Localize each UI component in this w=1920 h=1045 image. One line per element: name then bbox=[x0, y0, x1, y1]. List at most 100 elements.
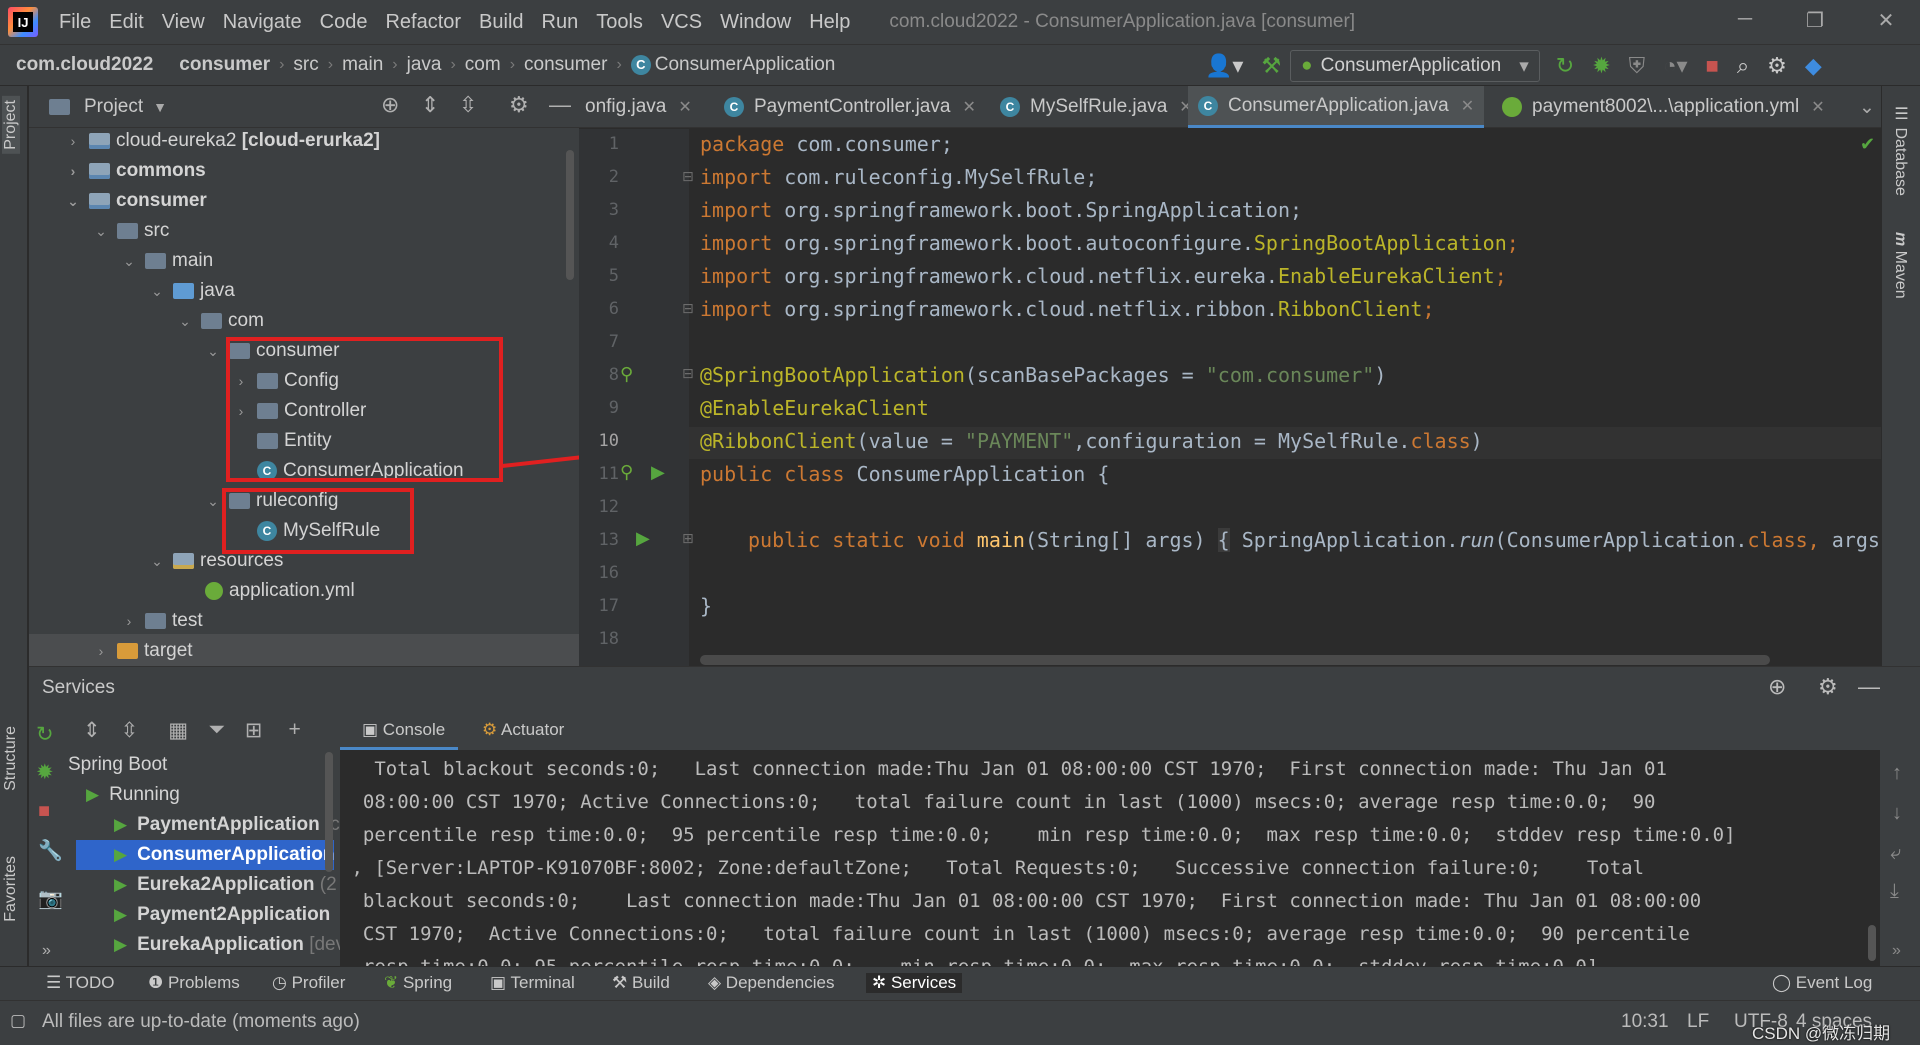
caret-position[interactable]: 10:31 bbox=[1621, 1011, 1669, 1033]
line-number: 1 bbox=[608, 134, 619, 154]
tool-tab-label: Services bbox=[890, 973, 957, 992]
tool-tab-services[interactable]: ✲ Services bbox=[866, 973, 963, 993]
service-group-label: Running bbox=[109, 784, 180, 805]
status-message[interactable]: All files are up-to-date (moments ago) bbox=[42, 1011, 360, 1033]
close-icon[interactable]: ✕ bbox=[1461, 96, 1474, 116]
maven-tool-tab[interactable]: m Maven bbox=[1891, 232, 1909, 299]
close-icon[interactable]: ✕ bbox=[962, 97, 975, 117]
tool-tab-spring[interactable]: ❦ Spring bbox=[384, 973, 452, 993]
tool-tab-dependencies[interactable]: ◈ Dependencies bbox=[708, 973, 835, 993]
line-separator[interactable]: LF bbox=[1687, 1011, 1709, 1033]
collapse-all-icon[interactable]: ⇳ bbox=[121, 718, 139, 743]
code-line-9: @EnableEurekaClient bbox=[700, 396, 929, 420]
service-consumerapplication[interactable]: ▶ ConsumerApplication bbox=[114, 840, 334, 870]
tab-config-java[interactable]: onfig.java ✕ bbox=[585, 86, 702, 128]
fold-icon[interactable]: ⊞ bbox=[682, 530, 694, 547]
gear-icon[interactable]: ⚙ bbox=[1818, 674, 1838, 700]
new-tab-icon[interactable]: ⊞ bbox=[245, 718, 263, 743]
add-service-icon[interactable]: + bbox=[288, 718, 300, 742]
debug-icon[interactable]: ✹ bbox=[36, 760, 54, 785]
console-line: percentile resp time:0.0; 95 percentile … bbox=[340, 824, 1736, 846]
hide-icon[interactable]: — bbox=[1858, 674, 1880, 700]
tab-list-chevron-icon[interactable]: ⌄ bbox=[1859, 86, 1875, 128]
scroll-to-end-icon[interactable]: ⤓ bbox=[1890, 880, 1899, 903]
console-side-toolbar: ↑ ↓ ⤶ ⤓ » bbox=[1882, 756, 1916, 959]
tab-myselfrule-java[interactable]: C MySelfRule.java ✕ bbox=[990, 86, 1203, 128]
services-tree-scrollbar[interactable] bbox=[325, 752, 333, 872]
run-gutter-icon[interactable]: ▶ bbox=[636, 528, 650, 549]
tool-tab-terminal[interactable]: ▣ Terminal bbox=[490, 973, 575, 993]
editor-horizontal-scrollbar[interactable] bbox=[700, 655, 1770, 665]
locate-icon[interactable]: ⊕ bbox=[1768, 674, 1786, 700]
tab-paymentcontroller-java[interactable]: C PaymentController.java ✕ bbox=[714, 86, 986, 128]
tab-consumerapplication-java[interactable]: C ConsumerApplication.java ✕ bbox=[1188, 86, 1485, 128]
code-line-8: @SpringBootApplication(scanBasePackages … bbox=[700, 363, 1387, 387]
maven-icon: m bbox=[1892, 232, 1909, 251]
expand-all-icon[interactable]: ⇕ bbox=[83, 718, 101, 743]
code-line-17: } bbox=[700, 594, 713, 618]
service-group-running[interactable]: ▶ Running bbox=[86, 780, 180, 810]
spring-bean-gutter-icon[interactable]: ⚲ bbox=[620, 364, 633, 385]
service-suffix: (2 bbox=[319, 874, 337, 895]
tab-label: MySelfRule.java bbox=[1030, 96, 1168, 117]
tab-application-yml[interactable]: payment8002\...\application.yml ✕ bbox=[1492, 86, 1835, 128]
service-eureka2application[interactable]: ▶ Eureka2Application (2 bbox=[114, 870, 337, 900]
code-line-11: public class ConsumerApplication { bbox=[700, 462, 1110, 486]
tool-tab-event-log[interactable]: ◯ Event Log bbox=[1772, 973, 1872, 993]
editor-scrollbar[interactable] bbox=[1873, 136, 1881, 656]
service-name: Payment2Application bbox=[137, 904, 331, 925]
toggle-tool-windows-icon[interactable]: ▢ bbox=[10, 1011, 26, 1031]
more-icon[interactable]: » bbox=[1892, 942, 1901, 960]
more-icon[interactable]: » bbox=[42, 942, 51, 960]
actuator-icon: ⚙ bbox=[482, 720, 502, 739]
play-icon: ▶ bbox=[114, 845, 128, 864]
console-icon: ▣ bbox=[362, 720, 383, 739]
fold-icon[interactable]: ⊟ bbox=[682, 365, 694, 382]
code-line-6: import org.springframework.cloud.netflix… bbox=[700, 297, 1435, 321]
filter-icon[interactable]: ⏷ bbox=[208, 718, 225, 742]
list-icon: ☰ bbox=[46, 973, 66, 992]
close-icon[interactable]: ✕ bbox=[678, 97, 691, 117]
tool-tab-problems[interactable]: ❶ Problems bbox=[148, 973, 240, 993]
profiler-icon: ◷ bbox=[272, 973, 292, 992]
terminal-icon: ▣ bbox=[490, 973, 511, 992]
code-line-13: public static void main(String[] args) {… bbox=[748, 528, 1892, 552]
rerun-icon[interactable]: ↻ bbox=[36, 722, 54, 747]
spring-bean-gutter-icon[interactable]: ⚲ bbox=[620, 462, 633, 483]
soft-wrap-icon[interactable]: ⤶ bbox=[1890, 842, 1901, 865]
line-number: 16 bbox=[598, 563, 619, 583]
fold-icon[interactable]: ⊟ bbox=[682, 168, 694, 185]
service-root-spring-boot[interactable]: Spring Boot bbox=[68, 750, 167, 780]
wrench-icon[interactable]: 🔧 bbox=[38, 838, 63, 863]
close-icon[interactable]: ✕ bbox=[1811, 97, 1824, 117]
run-gutter-icon[interactable]: ▶ bbox=[651, 462, 665, 483]
service-paymentapplication[interactable]: ▶PaymentApplication [c bbox=[114, 810, 340, 840]
play-icon: ▶ bbox=[114, 875, 128, 894]
tab-console[interactable]: ▣ Console bbox=[362, 720, 445, 740]
arrow-up-icon[interactable]: ↑ bbox=[1892, 762, 1902, 785]
stop-icon[interactable]: ■ bbox=[38, 800, 50, 823]
console-output[interactable]: Total blackout seconds:0; Last connectio… bbox=[340, 750, 1880, 978]
console-scrollbar[interactable] bbox=[1868, 925, 1876, 961]
service-payment2application[interactable]: ▶ Payment2Application bbox=[114, 900, 330, 930]
tool-tab-todo[interactable]: ☰ TODO bbox=[46, 973, 114, 993]
line-number: 7 bbox=[608, 332, 619, 352]
tab-actuator[interactable]: ⚙ Actuator bbox=[482, 720, 564, 740]
service-eurekaapplication[interactable]: ▶ EurekaApplication [dev bbox=[114, 930, 345, 960]
fold-icon[interactable]: ⊟ bbox=[682, 300, 694, 317]
play-icon: ▶ bbox=[114, 905, 128, 924]
yaml-file-icon bbox=[1502, 97, 1522, 117]
arrow-down-icon[interactable]: ↓ bbox=[1892, 802, 1902, 825]
camera-icon[interactable]: 📷 bbox=[38, 886, 63, 911]
spring-icon: ❦ bbox=[384, 973, 403, 992]
console-line: Total blackout seconds:0; Last connectio… bbox=[340, 758, 1667, 780]
group-by-icon[interactable]: ▦ bbox=[168, 718, 188, 743]
database-tool-tab[interactable]: ☰ Database bbox=[1891, 104, 1910, 196]
line-number: 13 bbox=[598, 530, 619, 550]
tab-label: Actuator bbox=[501, 720, 565, 739]
line-number: 8 bbox=[608, 365, 619, 385]
tool-tab-build[interactable]: ⚒ Build bbox=[612, 973, 670, 993]
play-icon: ▶ bbox=[114, 815, 128, 834]
tool-tab-label: TODO bbox=[65, 973, 115, 992]
tool-tab-profiler[interactable]: ◷ Profiler bbox=[272, 973, 345, 993]
